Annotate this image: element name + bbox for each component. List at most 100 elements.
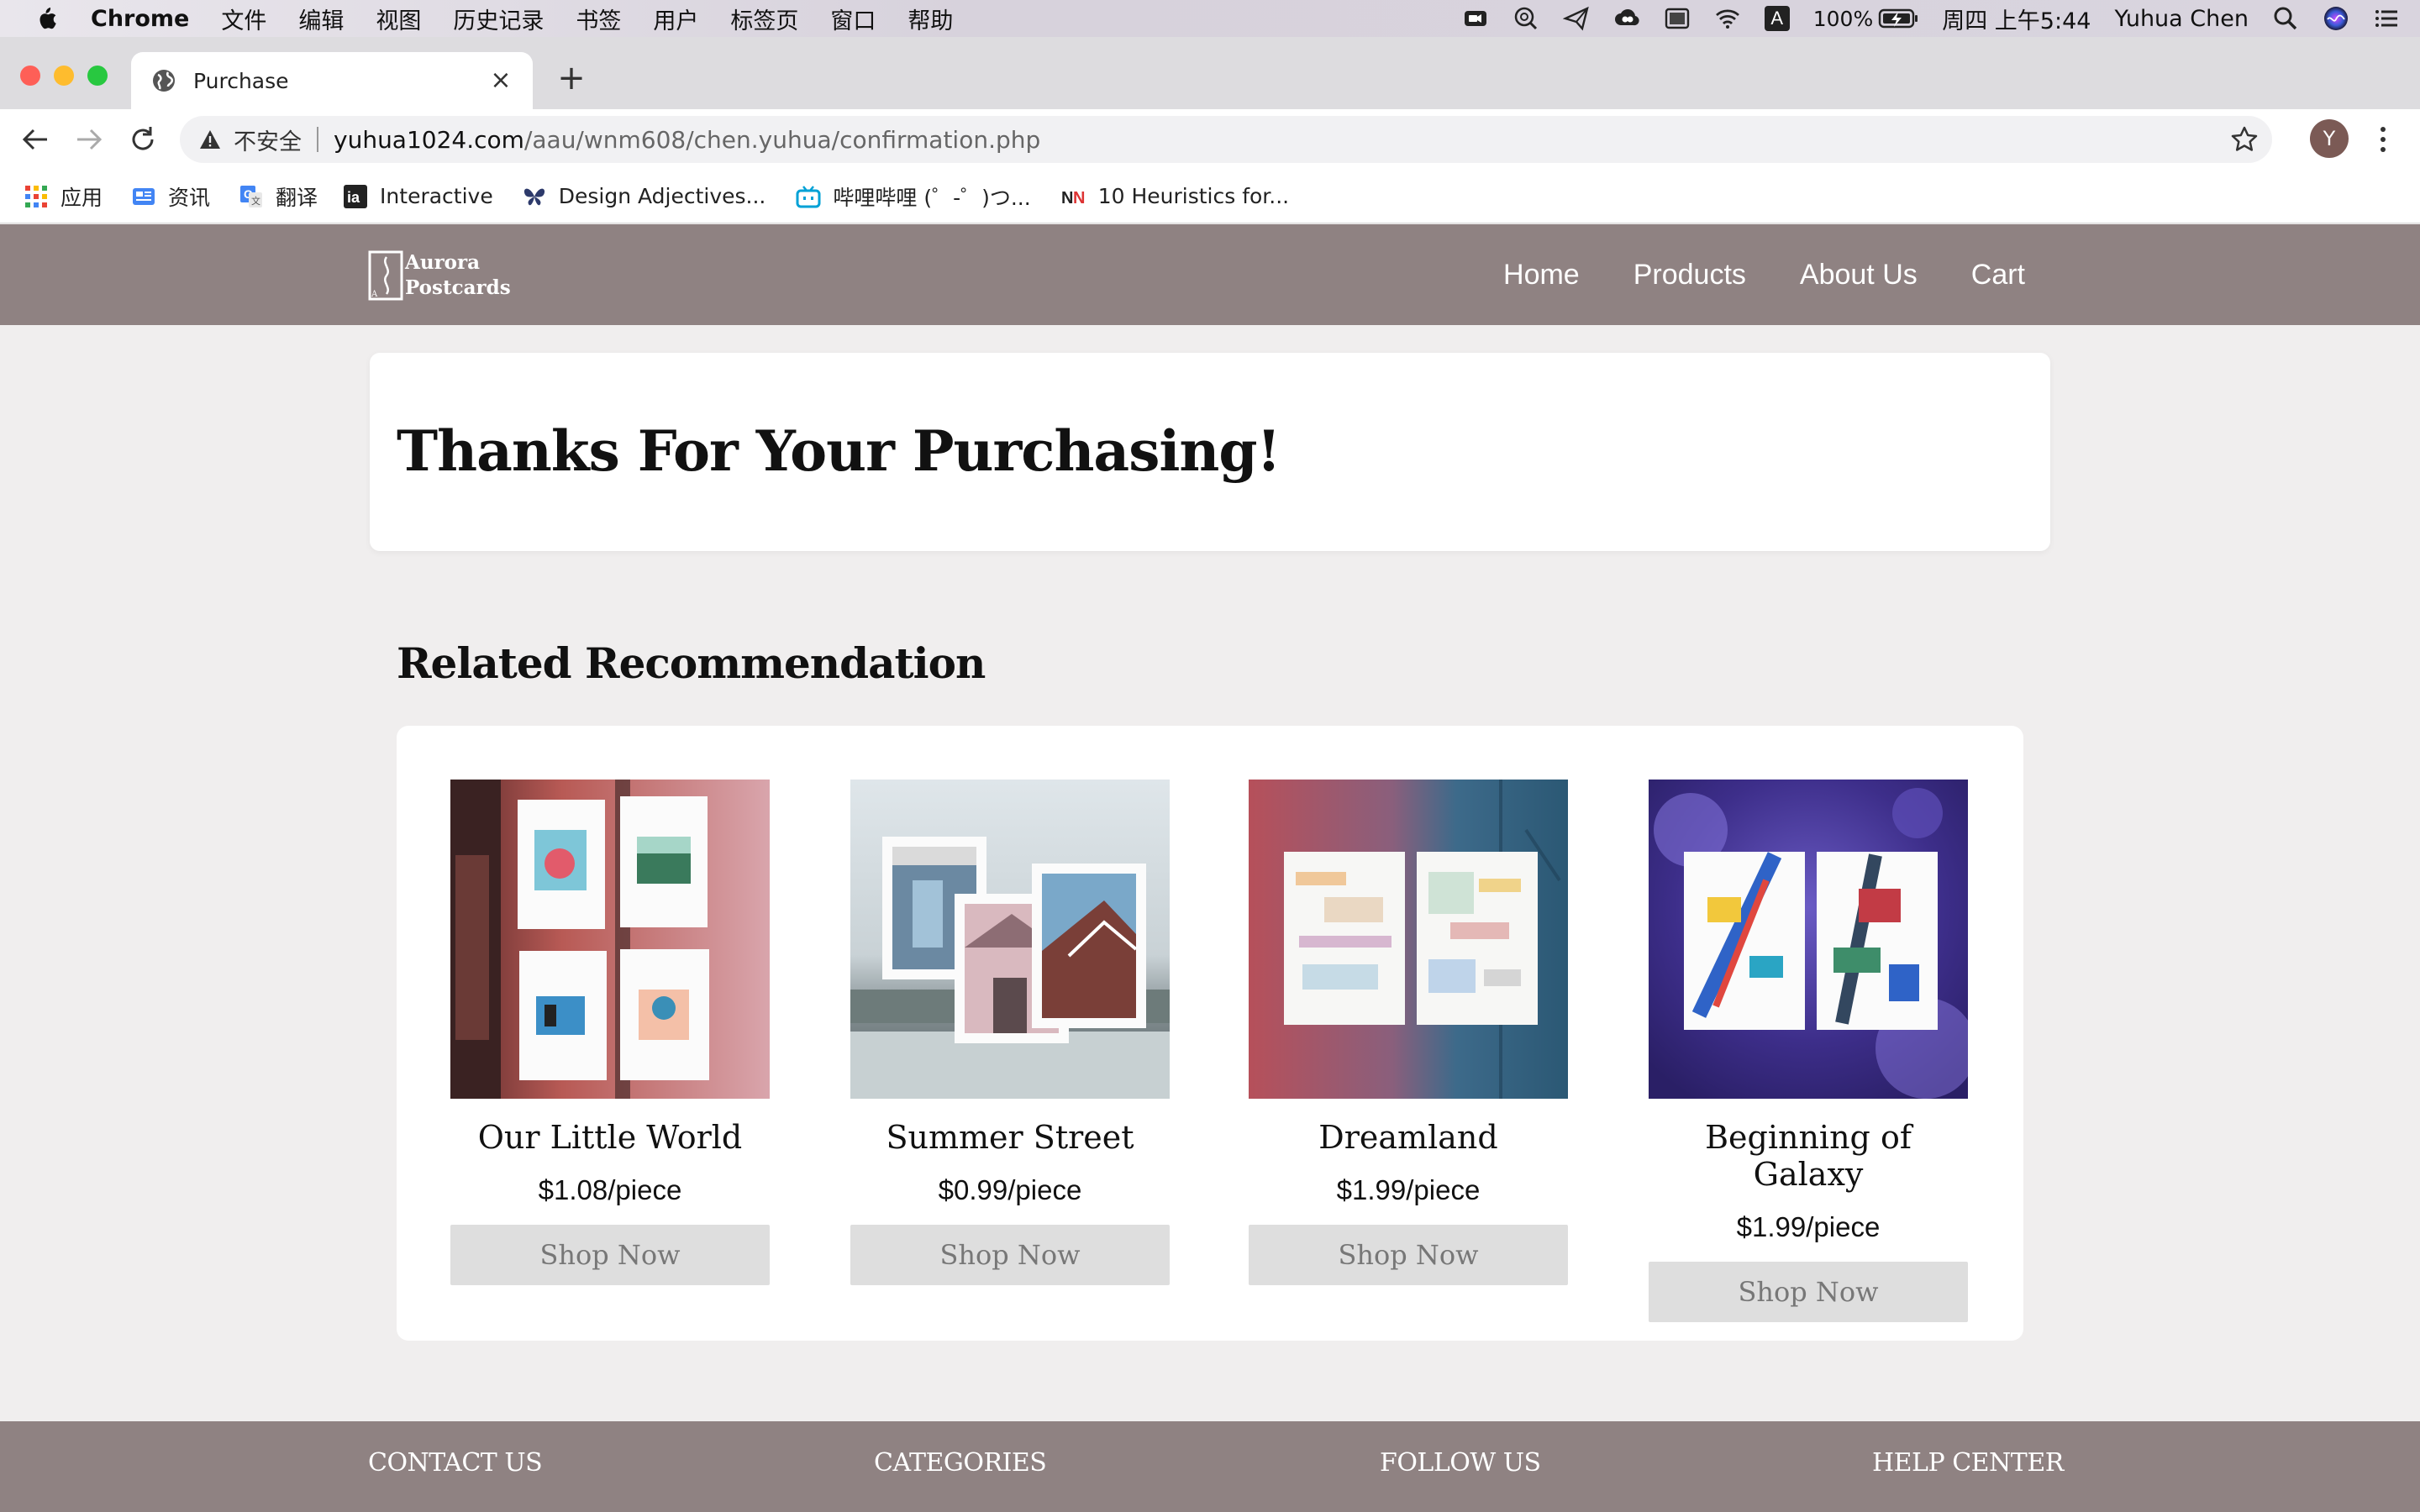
- menu-bookmarks[interactable]: 书签: [576, 3, 621, 35]
- bookmarks-bar: 应用 资讯 G文 翻译 ia Interactive Design Adject…: [0, 170, 2420, 223]
- tab-purchase[interactable]: Purchase ×: [131, 52, 533, 109]
- url-host: yuhua1024.com: [334, 125, 524, 154]
- product-name[interactable]: Beginning of Galaxy: [1649, 1119, 1968, 1193]
- tab-close-button[interactable]: ×: [486, 66, 516, 96]
- bookmark-label: 应用: [60, 185, 103, 210]
- not-secure-label[interactable]: 不安全: [234, 123, 302, 156]
- display-icon[interactable]: [1664, 5, 1691, 32]
- bookmark-apps[interactable]: 应用: [24, 181, 103, 212]
- butterfly-icon: [523, 188, 544, 205]
- battery-percent: 100%: [1812, 6, 1874, 31]
- page-title: Thanks For Your Purchasing!: [397, 418, 1281, 484]
- menu-tab[interactable]: 标签页: [730, 3, 798, 35]
- more-menu-icon[interactable]: [2375, 124, 2391, 155]
- notification-center-icon[interactable]: [2373, 5, 2400, 32]
- site-logo[interactable]: A Aurora Postcards: [368, 249, 511, 302]
- aurora-logo-mark: A: [368, 250, 403, 301]
- product-card: Summer Street $0.99/piece Shop Now: [850, 780, 1170, 1285]
- menu-view[interactable]: 视图: [376, 3, 421, 35]
- reload-icon[interactable]: [126, 123, 160, 156]
- nn-icon: NN: [1061, 189, 1085, 207]
- nav-cart[interactable]: Cart: [1971, 259, 2025, 291]
- bookmark-interactive[interactable]: ia Interactive: [343, 184, 493, 209]
- product-card: Dreamland $1.99/piece Shop Now: [1249, 780, 1568, 1285]
- svg-text:A: A: [371, 290, 378, 299]
- bookmark-translate[interactable]: G文 翻译: [239, 181, 318, 212]
- paper-plane-icon[interactable]: [1562, 5, 1590, 32]
- forward-arrow-icon[interactable]: [72, 123, 106, 156]
- globe-icon: [153, 70, 175, 92]
- footer-heading-help[interactable]: HELP CENTER: [1872, 1448, 2064, 1478]
- facetime-icon[interactable]: [1462, 5, 1489, 32]
- new-tab-button[interactable]: +: [555, 61, 588, 96]
- product-image-our-little-world[interactable]: [450, 780, 770, 1099]
- product-name[interactable]: Summer Street: [850, 1119, 1170, 1156]
- minimize-window-button[interactable]: [54, 66, 74, 86]
- product-image-summer-street[interactable]: [850, 780, 1170, 1099]
- search-app-icon[interactable]: [1512, 5, 1539, 32]
- address-separator: [317, 127, 318, 152]
- translate-icon: G文: [240, 185, 263, 207]
- product-name[interactable]: Our Little World: [450, 1119, 770, 1156]
- menu-edit[interactable]: 编辑: [298, 3, 344, 35]
- spotlight-icon[interactable]: [2272, 5, 2299, 32]
- bookmark-label: 10 Heuristics for...: [1097, 184, 1290, 208]
- siri-icon[interactable]: [2323, 5, 2349, 32]
- bookmark-design-adjectives[interactable]: Design Adjectives...: [522, 184, 765, 209]
- creative-cloud-icon[interactable]: [1613, 5, 1640, 32]
- nav-products[interactable]: Products: [1634, 259, 1746, 291]
- shop-now-button[interactable]: Shop Now: [850, 1225, 1170, 1285]
- close-window-button[interactable]: [20, 66, 40, 86]
- wifi-icon[interactable]: [1714, 5, 1741, 32]
- logo-wordmark: Aurora Postcards: [405, 250, 511, 301]
- back-arrow-icon[interactable]: [18, 123, 52, 156]
- svg-text:文: 文: [251, 195, 260, 207]
- warning-triangle-icon[interactable]: [198, 128, 222, 151]
- apple-menu-icon[interactable]: [35, 6, 57, 31]
- bookmark-news[interactable]: 资讯: [131, 181, 210, 212]
- menu-history[interactable]: 历史记录: [453, 3, 544, 35]
- bookmark-bilibili[interactable]: 哔哩哔哩 (゜-゜)つ...: [796, 181, 1031, 212]
- menu-file[interactable]: 文件: [221, 3, 266, 35]
- shop-now-button[interactable]: Shop Now: [1649, 1262, 1968, 1322]
- menu-help[interactable]: 帮助: [908, 3, 953, 35]
- bookmark-10-heuristics[interactable]: NN 10 Heuristics for...: [1061, 184, 1289, 209]
- product-price: $0.99/piece: [938, 1174, 1082, 1205]
- nav-home[interactable]: Home: [1503, 259, 1580, 291]
- menu-app-name[interactable]: Chrome: [91, 6, 189, 32]
- product-image-dreamland[interactable]: [1249, 780, 1568, 1099]
- menu-window[interactable]: 窗口: [830, 3, 876, 35]
- product-price: $1.99/piece: [1736, 1211, 1881, 1242]
- address-bar[interactable]: 不安全 yuhua1024.com/aau/wnm608/chen.yuhua/…: [180, 116, 2272, 163]
- zoom-window-button[interactable]: [87, 66, 108, 86]
- news-icon: [133, 187, 155, 205]
- bilibili-icon: [796, 185, 821, 207]
- footer-heading-follow[interactable]: FOLLOW US: [1380, 1448, 1541, 1478]
- profile-avatar[interactable]: Y: [2310, 119, 2349, 158]
- product-image-beginning-of-galaxy[interactable]: [1649, 780, 1968, 1099]
- clock[interactable]: 周四 上午5:44: [1942, 3, 2091, 35]
- battery-charging-icon[interactable]: [1878, 8, 1918, 29]
- footer-heading-contact[interactable]: CONTACT US: [368, 1448, 543, 1478]
- product-card: Our Little World $1.08/piece Shop Now: [450, 780, 770, 1285]
- site-header: A Aurora Postcards Home Products About U…: [0, 224, 2420, 325]
- macos-menu-bar: Chrome 文件 编辑 视图 历史记录 书签 用户 标签页 窗口 帮助 A 1…: [0, 0, 2420, 37]
- menu-people[interactable]: 用户: [653, 3, 698, 35]
- user-name[interactable]: Yuhua Chen: [2114, 6, 2249, 32]
- apps-grid-icon: [25, 185, 47, 207]
- product-price: $1.08/piece: [538, 1174, 682, 1205]
- footer-heading-categories[interactable]: CATEGORIES: [874, 1448, 1047, 1478]
- svg-text:N: N: [1061, 189, 1073, 207]
- shop-now-button[interactable]: Shop Now: [450, 1225, 770, 1285]
- product-name[interactable]: Dreamland: [1249, 1119, 1568, 1156]
- nav-about-us[interactable]: About Us: [1800, 259, 1918, 291]
- logo-line-2: Postcards: [405, 276, 511, 299]
- section-title-related: Related Recommendation: [397, 638, 986, 688]
- svg-text:N: N: [1073, 189, 1085, 207]
- product-card: Beginning of Galaxy $1.99/piece Shop Now: [1649, 780, 1968, 1322]
- bookmark-label: 哔哩哔哩 (゜-゜)つ...: [833, 185, 1031, 210]
- bookmark-star-icon[interactable]: [2230, 125, 2259, 154]
- shop-now-button[interactable]: Shop Now: [1249, 1225, 1568, 1285]
- site-footer: CONTACT US CATEGORIES FOLLOW US HELP CEN…: [0, 1421, 2420, 1512]
- input-source-indicator[interactable]: A: [1764, 6, 1790, 31]
